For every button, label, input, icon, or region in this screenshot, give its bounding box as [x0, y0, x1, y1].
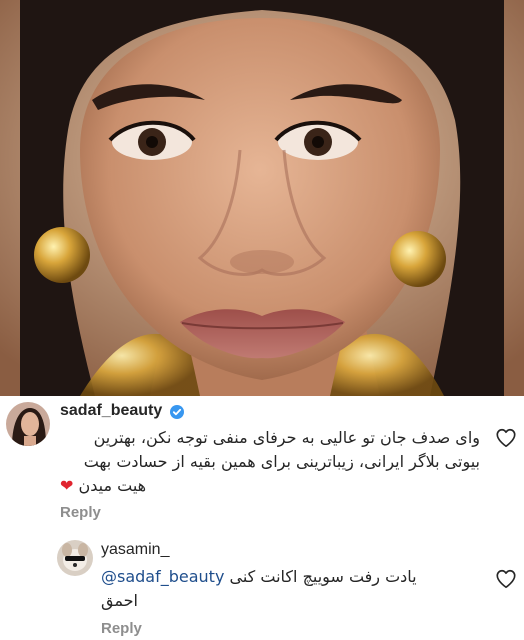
- yasamin-avatar[interactable]: [57, 540, 93, 576]
- reply-button[interactable]: Reply: [60, 504, 101, 521]
- portrait-illustration: [0, 0, 524, 396]
- mention-link[interactable]: @sadaf_beauty: [101, 567, 224, 586]
- heart-outline-icon[interactable]: [495, 568, 517, 590]
- comment-text-line: بیوتی بلاگر ایرانی، زیباترینی برای همین …: [83, 452, 480, 471]
- post-photo: [0, 0, 524, 396]
- sadaf-beauty-avatar[interactable]: [6, 402, 50, 446]
- comment-text-line: احمق: [101, 591, 138, 610]
- comment-text-line: @sadaf_beauty یادت رفت سوییچ اکانت کنی: [101, 565, 461, 589]
- comment-username[interactable]: yasamin_: [101, 541, 169, 559]
- verified-badge-icon: [170, 405, 184, 419]
- comment-text-fragment: هیت میدن: [78, 476, 147, 495]
- reply-button[interactable]: Reply: [101, 620, 142, 637]
- heart-outline-icon[interactable]: [495, 427, 517, 449]
- comment-text-line: وای صدف جان تو عالیی به حرفای منفی توجه …: [93, 428, 480, 447]
- red-heart-emoji: ❤: [60, 476, 74, 495]
- comment-text-line: ❤ هیت میدن: [60, 474, 460, 498]
- comment-text-fragment: یادت رفت سوییچ اکانت کنی: [229, 567, 417, 586]
- comment-username[interactable]: sadaf_beauty: [60, 402, 162, 420]
- comments-section: sadaf_beauty وای صدف جان تو عالیی به حرف…: [0, 396, 524, 640]
